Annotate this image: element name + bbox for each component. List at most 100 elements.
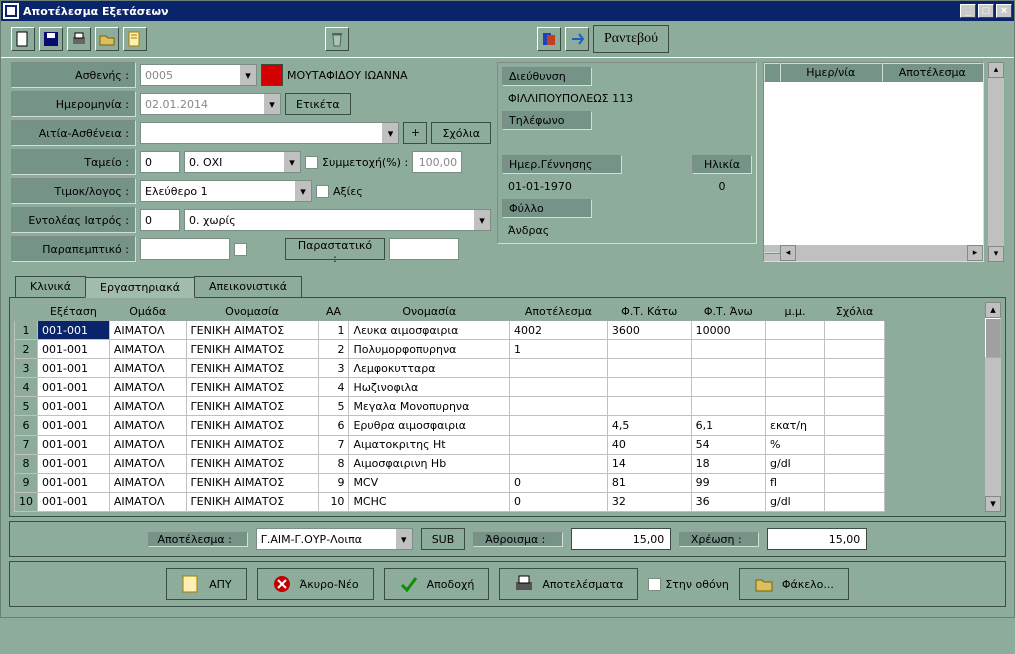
scroll-up-icon[interactable]: ▴ [988, 62, 1004, 78]
row-header[interactable]: 1 [15, 321, 38, 340]
patient-code-combo[interactable]: ▾ [140, 64, 257, 86]
fund-checkbox[interactable] [305, 156, 318, 169]
history-hscroll[interactable]: ◂ ▸ [764, 245, 983, 261]
row-header[interactable]: 7 [15, 435, 38, 454]
table-row[interactable]: 7001-001ΑΙΜΑΤΟΛΓΕΝΙΚΗ ΑΙΜΑΤΟΣ7Αιματοκριτ… [15, 435, 885, 454]
doctor-input[interactable] [184, 209, 474, 231]
referral-checkbox[interactable] [234, 243, 247, 256]
apy-button[interactable]: ΑΠΥ [166, 568, 247, 600]
cancel-new-button[interactable]: Άκυρο-Νέο [257, 568, 374, 600]
result-combo[interactable]: ▾ [256, 528, 413, 550]
results-grid[interactable]: ΕξέτασηΟμάδαΟνομασίαΑΑΟνομασίαΑποτέλεσμα… [14, 302, 885, 512]
grid-header[interactable]: Ονομασία [186, 303, 318, 321]
grid-header[interactable]: Σχόλια [825, 303, 885, 321]
fund-name-input[interactable] [184, 151, 284, 173]
fund-code-input[interactable] [140, 151, 180, 173]
chevron-down-icon[interactable]: ▾ [264, 93, 281, 115]
values-checkbox[interactable]: Αξίες [316, 185, 363, 198]
close-button[interactable]: × [996, 4, 1012, 18]
history-table[interactable]: Ημερ/νία Αποτέλεσμα ◂ ▸ [763, 62, 984, 262]
row-header[interactable]: 3 [15, 359, 38, 378]
new-icon[interactable] [11, 27, 35, 51]
result-input[interactable] [256, 528, 396, 550]
document-input[interactable] [389, 238, 459, 260]
patient-code-input[interactable] [140, 64, 240, 86]
table-row[interactable]: 9001-001ΑΙΜΑΤΟΛΓΕΝΙΚΗ ΑΙΜΑΤΟΣ9MCV08199fl [15, 473, 885, 492]
table-row[interactable]: 2001-001ΑΙΜΑΤΟΛΓΕΝΙΚΗ ΑΙΜΑΤΟΣ2Πολυμορφοπ… [15, 340, 885, 359]
onscreen-checkbox[interactable]: Στην οθόνη [648, 578, 729, 591]
tab-imaging[interactable]: Απεικονιστικά [194, 276, 302, 297]
grid-header[interactable]: Φ.Τ. Άνω [691, 303, 765, 321]
chevron-down-icon[interactable]: ▾ [396, 528, 413, 550]
accept-button[interactable]: Αποδοχή [384, 568, 490, 600]
comments-button[interactable]: Σχόλια [431, 122, 491, 144]
referral-input[interactable] [140, 238, 230, 260]
row-header[interactable]: 9 [15, 473, 38, 492]
chevron-down-icon[interactable]: ▾ [474, 209, 491, 231]
open-icon[interactable] [95, 27, 119, 51]
history-col-date[interactable]: Ημερ/νία [780, 63, 882, 82]
table-row[interactable]: 5001-001ΑΙΜΑΤΟΛΓΕΝΙΚΗ ΑΙΜΑΤΟΣ5Μεγαλα Μον… [15, 397, 885, 416]
blue1-icon[interactable] [537, 27, 561, 51]
row-header[interactable]: 8 [15, 454, 38, 473]
doctor-combo[interactable]: ▾ [184, 209, 491, 231]
pricelist-combo[interactable]: ▾ [140, 180, 312, 202]
cause-input[interactable] [140, 122, 382, 144]
maximize-button[interactable]: □ [978, 4, 994, 18]
fund-name-combo[interactable]: ▾ [184, 151, 301, 173]
plus-button[interactable]: + [403, 122, 427, 144]
table-row[interactable]: 10001-001ΑΙΜΑΤΟΛΓΕΝΙΚΗ ΑΙΜΑΤΟΣ10MCHC0323… [15, 492, 885, 511]
row-header[interactable]: 2 [15, 340, 38, 359]
grid-vscroll[interactable]: ▴ ▾ [985, 302, 1001, 512]
doctor-code-input[interactable] [140, 209, 180, 231]
save-icon[interactable] [39, 27, 63, 51]
sub-button[interactable]: SUB [421, 528, 466, 550]
sum-value[interactable] [571, 528, 671, 550]
table-row[interactable]: 1001-001ΑΙΜΑΤΟΛΓΕΝΙΚΗ ΑΙΜΑΤΟΣ1Λευκα αιμο… [15, 321, 885, 340]
blue2-icon[interactable] [565, 27, 589, 51]
grid-header[interactable]: Ονομασία [349, 303, 510, 321]
row-header[interactable]: 10 [15, 492, 38, 511]
grid-header[interactable] [15, 303, 38, 321]
table-row[interactable]: 3001-001ΑΙΜΑΤΟΛΓΕΝΙΚΗ ΑΙΜΑΤΟΣ3Λεμφοκυττα… [15, 359, 885, 378]
grid-header[interactable]: Φ.Τ. Κάτω [607, 303, 691, 321]
tab-clinical[interactable]: Κλινικά [15, 276, 86, 297]
chevron-down-icon[interactable]: ▾ [240, 64, 257, 86]
row-header[interactable]: 4 [15, 378, 38, 397]
pricelist-input[interactable] [140, 180, 295, 202]
chevron-down-icon[interactable]: ▾ [284, 151, 301, 173]
grid-header[interactable]: Εξέταση [38, 303, 110, 321]
form-icon[interactable] [123, 27, 147, 51]
table-row[interactable]: 8001-001ΑΙΜΑΤΟΛΓΕΝΙΚΗ ΑΙΜΑΤΟΣ8Αιμοσφαιρι… [15, 454, 885, 473]
grid-header[interactable]: ΑΑ [318, 303, 349, 321]
participation-input[interactable] [412, 151, 462, 173]
table-row[interactable]: 6001-001ΑΙΜΑΤΟΛΓΕΝΙΚΗ ΑΙΜΑΤΟΣ6Ερυθρα αιμ… [15, 416, 885, 435]
scroll-left-icon[interactable]: ◂ [780, 245, 796, 261]
grid-header[interactable]: Ομάδα [109, 303, 186, 321]
row-header[interactable]: 5 [15, 397, 38, 416]
table-row[interactable]: 4001-001ΑΙΜΑΤΟΛΓΕΝΙΚΗ ΑΙΜΑΤΟΣ4Ηωζινοφιλα [15, 378, 885, 397]
trash-icon[interactable] [325, 27, 349, 51]
charge-value[interactable] [767, 528, 867, 550]
cause-combo[interactable]: ▾ [140, 122, 399, 144]
file-button[interactable]: Φάκελο... [739, 568, 849, 600]
grid-header[interactable]: Αποτέλεσμα [510, 303, 608, 321]
history-col-result[interactable]: Αποτέλεσμα [882, 63, 984, 82]
print-icon[interactable] [67, 27, 91, 51]
minimize-button[interactable]: _ [960, 4, 976, 18]
chevron-down-icon[interactable]: ▾ [382, 122, 399, 144]
results-button[interactable]: Αποτελέσματα [499, 568, 638, 600]
tab-laboratory[interactable]: Εργαστηριακά [85, 277, 195, 298]
label-button[interactable]: Ετικέτα [285, 93, 351, 115]
document-button[interactable]: Παραστατικό : [285, 238, 385, 260]
patient-lookup-button[interactable] [261, 64, 283, 86]
history-vscroll[interactable]: ▴ ▾ [988, 62, 1004, 262]
row-header[interactable]: 6 [15, 416, 38, 435]
grid-header[interactable]: μ.μ. [766, 303, 825, 321]
date-combo[interactable]: ▾ [140, 93, 281, 115]
chevron-down-icon[interactable]: ▾ [295, 180, 312, 202]
scroll-right-icon[interactable]: ▸ [967, 245, 983, 261]
scroll-down-icon[interactable]: ▾ [988, 246, 1004, 262]
date-input[interactable] [140, 93, 264, 115]
appointment-button[interactable]: Ραντεβού [593, 25, 669, 53]
